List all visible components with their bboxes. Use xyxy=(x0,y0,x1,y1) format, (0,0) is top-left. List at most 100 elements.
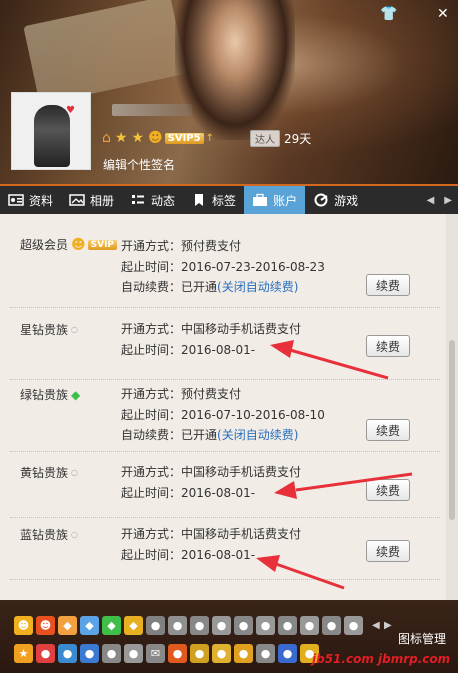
blue-service-icon[interactable]: ● xyxy=(278,644,297,663)
yellow-diamond-icon[interactable]: ◆ xyxy=(58,616,77,635)
gold-service-icon[interactable]: ● xyxy=(212,644,231,663)
renew-button[interactable]: 续费 xyxy=(366,540,410,562)
blue-service-icon[interactable]: ● xyxy=(58,644,77,663)
dot-icon: ○ xyxy=(71,468,78,477)
briefcase-icon xyxy=(253,193,268,206)
service-info: 开通方式：预付费支付 起止时间：2016-07-10-2016-08-10 自动… xyxy=(121,384,325,446)
nickname-blurred xyxy=(112,104,192,116)
info-value: 中国移动手机话费支付 xyxy=(181,527,302,541)
info-key: 开通方式： xyxy=(121,527,182,541)
gold-diamond-icon[interactable]: ◆ xyxy=(124,616,143,635)
info-line: 开通方式：中国移动手机话费支付 xyxy=(121,319,301,340)
tab-games[interactable]: 游戏 xyxy=(305,186,366,214)
mail-icon[interactable]: ✉ xyxy=(146,644,165,663)
renew-button[interactable]: 续费 xyxy=(366,419,410,441)
service-name-text: 超级会员 xyxy=(20,238,69,252)
blue-service-icon[interactable]: ● xyxy=(80,644,99,663)
grey-service-icon[interactable]: ● xyxy=(124,644,143,663)
renew-button[interactable]: 续费 xyxy=(366,335,410,357)
info-value: 预付费支付 xyxy=(181,239,242,253)
star-service-icon[interactable]: ★ xyxy=(14,644,33,663)
watermark: jb51.com xyxy=(312,652,374,666)
disable-autorenew-link[interactable]: (关闭自动续费) xyxy=(217,280,298,294)
tab-tags[interactable]: 标签 xyxy=(183,186,244,214)
service-name-text: 绿钻贵族 xyxy=(20,388,69,402)
grey-service-icon[interactable]: ● xyxy=(256,616,275,635)
chevron-right-icon[interactable]: ▶ xyxy=(444,195,452,206)
grey-service-icon[interactable]: ● xyxy=(300,616,319,635)
green-diamond-icon[interactable]: ◆ xyxy=(102,616,121,635)
icon-manager-link[interactable]: 图标管理 xyxy=(398,630,446,647)
chevron-left-icon[interactable]: ◀ xyxy=(372,620,380,631)
info-key: 开通方式： xyxy=(121,239,182,253)
blue-diamond-icon[interactable]: ◆ xyxy=(80,616,99,635)
star-icon[interactable]: ★ xyxy=(131,130,144,146)
service-name: 黄钻贵族 ○ xyxy=(20,464,78,481)
info-line: 起止时间：2016-07-10-2016-08-10 xyxy=(121,405,325,426)
tab-profile[interactable]: 资料 xyxy=(0,186,61,214)
grey-service-icon[interactable]: ● xyxy=(344,616,363,635)
service-info: 开通方式：中国移动手机话费支付 起止时间：2016-08-01- xyxy=(121,319,301,360)
arrow-up-icon: ↑ xyxy=(205,132,214,144)
service-row-yellow: 黄钻贵族 ○ 开通方式：中国移动手机话费支付 起止时间：2016-08-01- 续… xyxy=(10,452,440,518)
grey-service-icon[interactable]: ● xyxy=(190,616,209,635)
close-icon[interactable]: ✕ xyxy=(437,6,449,22)
service-info: 开通方式：预付费支付 起止时间：2016-07-23-2016-08-23 自动… xyxy=(121,236,325,298)
grey-service-icon[interactable]: ● xyxy=(102,644,121,663)
service-row-blue: 蓝钻贵族 ○ 开通方式：中国移动手机话费支付 起止时间：2016-08-01- 续… xyxy=(10,518,440,580)
disable-autorenew-link[interactable]: (关闭自动续费) xyxy=(217,428,298,442)
renew-button[interactable]: 续费 xyxy=(366,274,410,296)
tab-label: 动态 xyxy=(151,193,176,208)
grey-service-icon[interactable]: ● xyxy=(168,616,187,635)
svip-badge: ☻ SVIP xyxy=(71,236,118,253)
service-name-text: 黄钻贵族 xyxy=(20,466,69,480)
renew-button[interactable]: 续费 xyxy=(366,479,410,501)
chevron-right-icon[interactable]: ▶ xyxy=(384,620,392,631)
edit-signature-link[interactable]: 编辑个性签名 xyxy=(103,156,175,173)
grey-service-icon[interactable]: ● xyxy=(146,616,165,635)
grey-service-icon[interactable]: ● xyxy=(212,616,231,635)
gold-service-icon[interactable]: ● xyxy=(190,644,209,663)
svip-badge[interactable]: ☻ SVIP5 ↑ xyxy=(148,130,214,146)
info-line: 开通方式：中国移动手机话费支付 xyxy=(121,462,301,483)
star-icon[interactable]: ★ xyxy=(115,130,128,146)
tab-label: 相册 xyxy=(90,193,115,208)
house-icon[interactable]: ⌂ xyxy=(102,130,111,146)
avatar[interactable]: ♥ xyxy=(11,92,91,170)
daren-badge[interactable]: 达人 29天 xyxy=(250,130,311,147)
service-name: 绿钻贵族 ◆ xyxy=(20,386,80,403)
level-badges: ⌂ ★ ★ ☻ SVIP5 ↑ xyxy=(102,130,214,146)
icon-row-2: ★ ● ● ● ● ● ✉ ● ● ● ● ● ● ● xyxy=(14,644,319,663)
tab-account[interactable]: 账户 xyxy=(244,186,306,214)
qq-penguin-icon[interactable]: ☻ xyxy=(14,616,33,635)
grey-service-icon[interactable]: ● xyxy=(278,616,297,635)
grey-service-icon[interactable]: ● xyxy=(322,616,341,635)
qq-member-icon[interactable]: ☻ xyxy=(36,616,55,635)
vip-icon[interactable]: ● xyxy=(36,644,55,663)
scrollbar-thumb[interactable] xyxy=(449,340,455,520)
info-line: 起止时间：2016-08-01- xyxy=(121,340,301,361)
gold-service-icon[interactable]: ● xyxy=(234,644,253,663)
info-key: 起止时间： xyxy=(121,342,182,357)
grey-service-icon[interactable]: ● xyxy=(234,616,253,635)
shirt-icon[interactable]: 👕 xyxy=(380,6,397,22)
info-value: 2016-08-01- xyxy=(181,342,256,357)
tab-feed[interactable]: 动态 xyxy=(122,186,183,214)
penguin-icon: ☻ xyxy=(71,236,86,253)
tab-label: 游戏 xyxy=(334,193,359,208)
info-key: 自动续费： xyxy=(121,428,182,442)
tab-album[interactable]: 相册 xyxy=(61,186,122,214)
info-value: 已开通 xyxy=(181,280,218,294)
service-row-star: 星钻贵族 ○ 开通方式：中国移动手机话费支付 起止时间：2016-08-01- 续… xyxy=(10,308,440,380)
daren-label: 达人 xyxy=(250,130,280,147)
heart-icon: ♥ xyxy=(66,105,75,116)
info-line: 开通方式：中国移动手机话费支付 xyxy=(121,524,301,545)
chevron-left-icon[interactable]: ◀ xyxy=(427,195,435,206)
grey-service-icon[interactable]: ● xyxy=(256,644,275,663)
info-line: 起止时间：2016-08-01- xyxy=(121,483,301,504)
info-value: 中国移动手机话费支付 xyxy=(181,465,302,479)
id-card-icon xyxy=(8,194,24,206)
service-row-green: 绿钻贵族 ◆ 开通方式：预付费支付 起止时间：2016-07-10-2016-08… xyxy=(10,380,440,452)
orange-service-icon[interactable]: ● xyxy=(168,644,187,663)
info-line: 起止时间：2016-08-01- xyxy=(121,545,301,566)
